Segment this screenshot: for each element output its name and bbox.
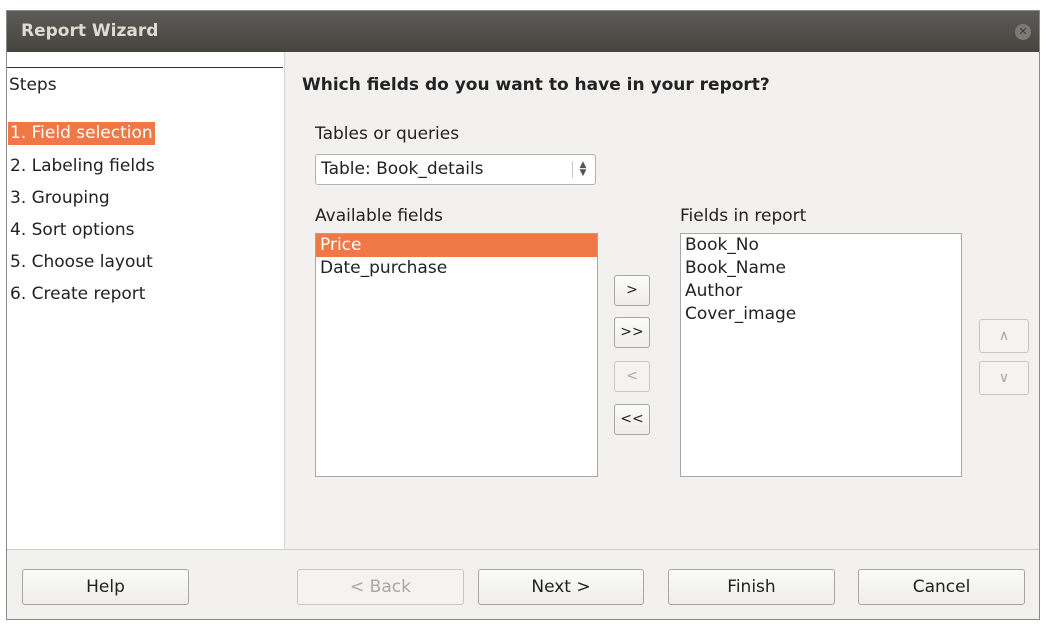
remove-all-fields-button[interactable]: << bbox=[614, 404, 650, 435]
steps-title: Steps bbox=[9, 75, 57, 95]
list-item[interactable]: Date_purchase bbox=[316, 257, 597, 280]
panel-separator bbox=[284, 52, 285, 549]
finish-button[interactable]: Finish bbox=[668, 569, 835, 605]
report-wizard-window: Report Wizard ✕ Steps 1. Field selection… bbox=[6, 10, 1040, 620]
tables-select-value: Table: Book_details bbox=[321, 159, 484, 179]
step-sort-options[interactable]: 4. Sort options bbox=[8, 219, 137, 242]
list-item[interactable]: Book_No bbox=[681, 234, 961, 257]
remove-field-button[interactable]: < bbox=[614, 361, 650, 392]
step-labeling-fields[interactable]: 2. Labeling fields bbox=[8, 155, 157, 178]
add-field-button[interactable]: > bbox=[614, 275, 650, 306]
step-grouping[interactable]: 3. Grouping bbox=[8, 187, 112, 210]
tables-select[interactable]: Table: Book_details ▲ ▼ bbox=[315, 154, 596, 185]
page-heading: Which fields do you want to have in your… bbox=[302, 75, 770, 95]
step-choose-layout[interactable]: 5. Choose layout bbox=[8, 251, 155, 274]
fields-in-report-label: Fields in report bbox=[680, 206, 807, 226]
help-button[interactable]: Help bbox=[22, 569, 189, 605]
back-button[interactable]: < Back bbox=[297, 569, 464, 605]
list-item[interactable]: Price bbox=[316, 234, 597, 257]
list-item[interactable]: Cover_image bbox=[681, 303, 961, 326]
next-button[interactable]: Next > bbox=[478, 569, 644, 605]
available-fields-list[interactable]: Price Date_purchase bbox=[315, 233, 598, 477]
steps-panel: Steps 1. Field selection 2. Labeling fie… bbox=[7, 52, 284, 549]
window-title: Report Wizard bbox=[21, 21, 159, 41]
title-bar: Report Wizard ✕ bbox=[7, 11, 1039, 52]
add-all-fields-button[interactable]: >> bbox=[614, 317, 650, 348]
list-item[interactable]: Author bbox=[681, 280, 961, 303]
footer-separator bbox=[7, 549, 1039, 550]
step-create-report[interactable]: 6. Create report bbox=[8, 283, 147, 306]
step-field-selection[interactable]: 1. Field selection bbox=[8, 122, 155, 145]
available-fields-label: Available fields bbox=[315, 206, 443, 226]
cancel-button[interactable]: Cancel bbox=[858, 569, 1025, 605]
fields-in-report-list[interactable]: Book_No Book_Name Author Cover_image bbox=[680, 233, 962, 477]
list-item[interactable]: Book_Name bbox=[681, 257, 961, 280]
chevron-down-icon: ∨ bbox=[998, 370, 1010, 386]
steps-divider bbox=[7, 67, 283, 68]
tables-label: Tables or queries bbox=[315, 124, 460, 144]
close-icon[interactable]: ✕ bbox=[1015, 24, 1031, 40]
chevron-up-icon: ∧ bbox=[998, 328, 1010, 344]
move-up-button[interactable]: ∧ bbox=[979, 319, 1029, 353]
move-down-button[interactable]: ∨ bbox=[979, 361, 1029, 395]
spin-arrows-icon: ▲ ▼ bbox=[572, 161, 590, 178]
